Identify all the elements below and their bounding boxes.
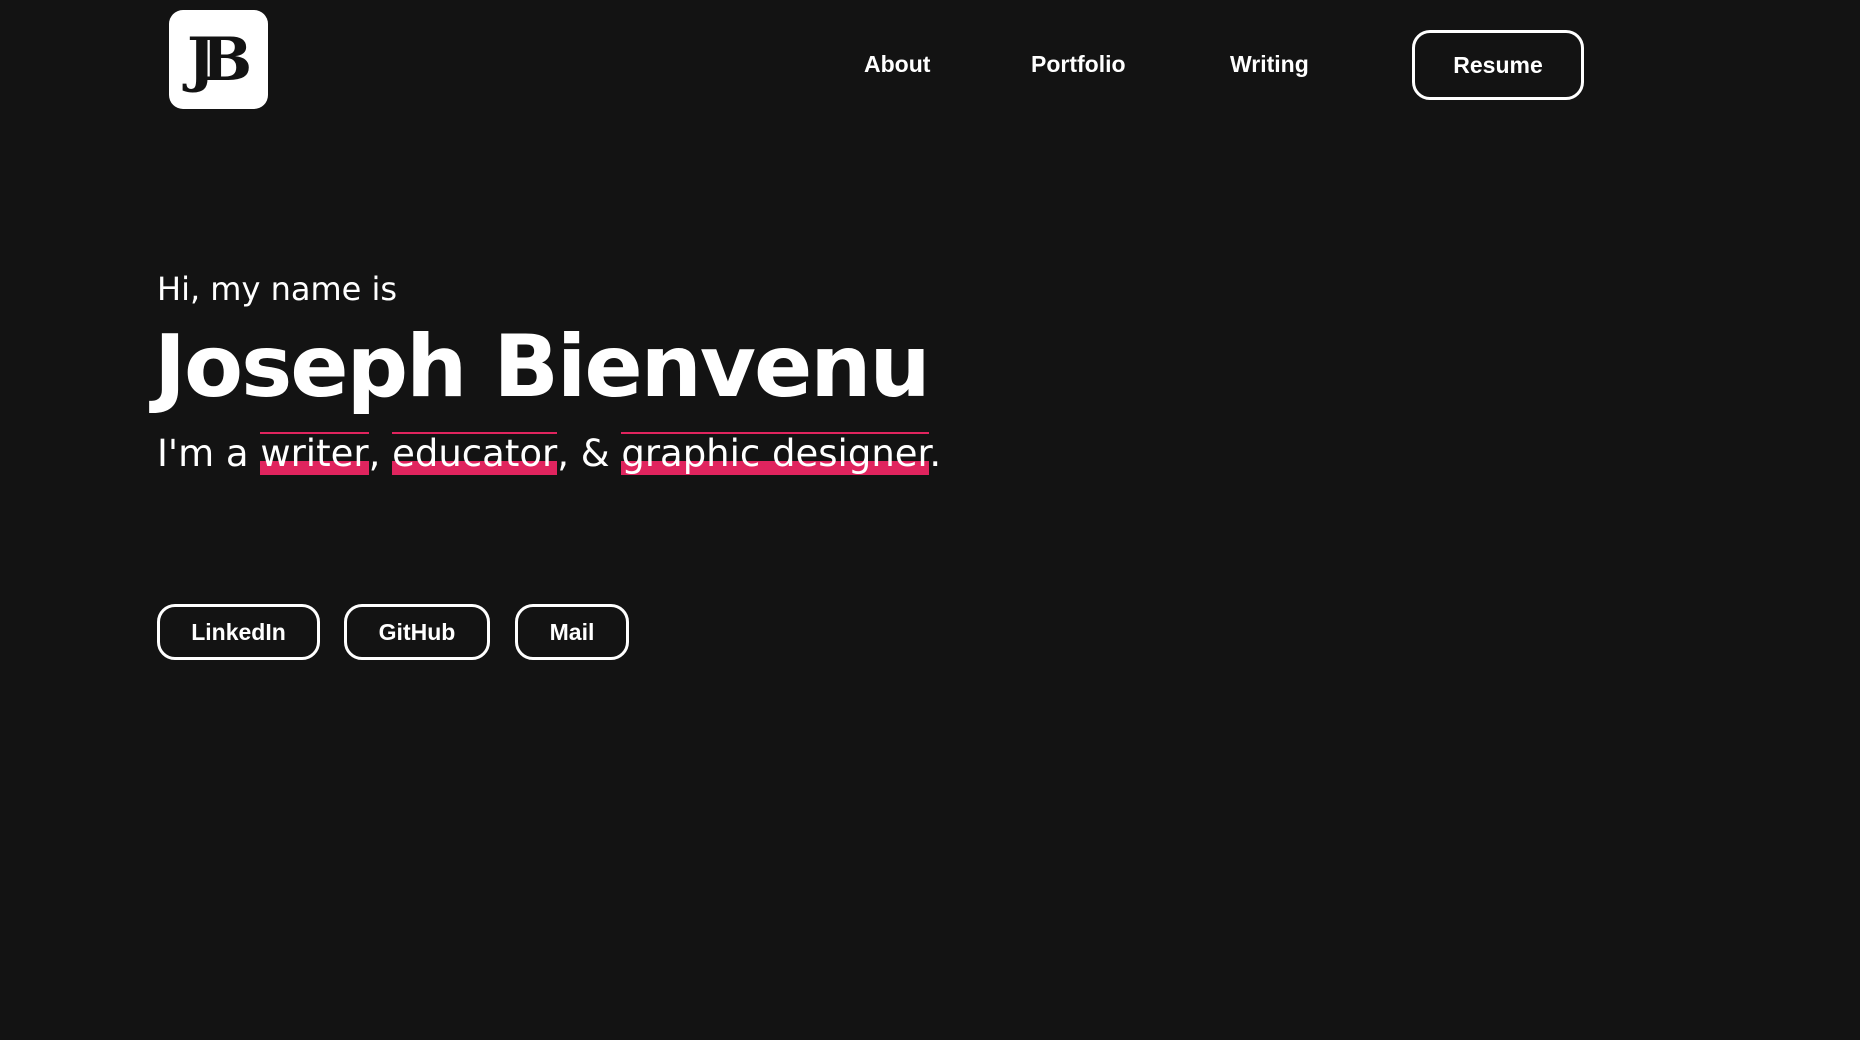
hero-name: Joseph Bienvenu	[154, 317, 931, 417]
logo-monogram: JB	[186, 24, 252, 95]
hero-tagline: I'm a writer, educator, & graphic design…	[157, 432, 941, 476]
nav-portfolio-link[interactable]: Portfolio	[1031, 30, 1126, 98]
nav-about-link[interactable]: About	[864, 30, 930, 98]
page: JB About Portfolio Writing Resume Hi, my…	[0, 0, 1860, 1040]
github-button[interactable]: GitHub	[344, 604, 490, 660]
hero-greeting: Hi, my name is	[157, 270, 398, 308]
mail-button[interactable]: Mail	[515, 604, 629, 660]
resume-button[interactable]: Resume	[1412, 30, 1584, 100]
nav-writing-link[interactable]: Writing	[1230, 30, 1309, 98]
linkedin-button[interactable]: LinkedIn	[157, 604, 320, 660]
tagline-role-graphic-designer: graphic designer	[621, 432, 930, 475]
tagline-suffix: .	[929, 432, 942, 475]
tagline-role-educator: educator	[392, 432, 558, 475]
logo-home-link[interactable]: JB	[169, 10, 268, 109]
tagline-prefix: I'm a	[157, 432, 261, 475]
tagline-separator-2: , &	[557, 432, 622, 475]
tagline-separator-1: ,	[368, 432, 393, 475]
tagline-role-writer: writer	[260, 432, 369, 475]
